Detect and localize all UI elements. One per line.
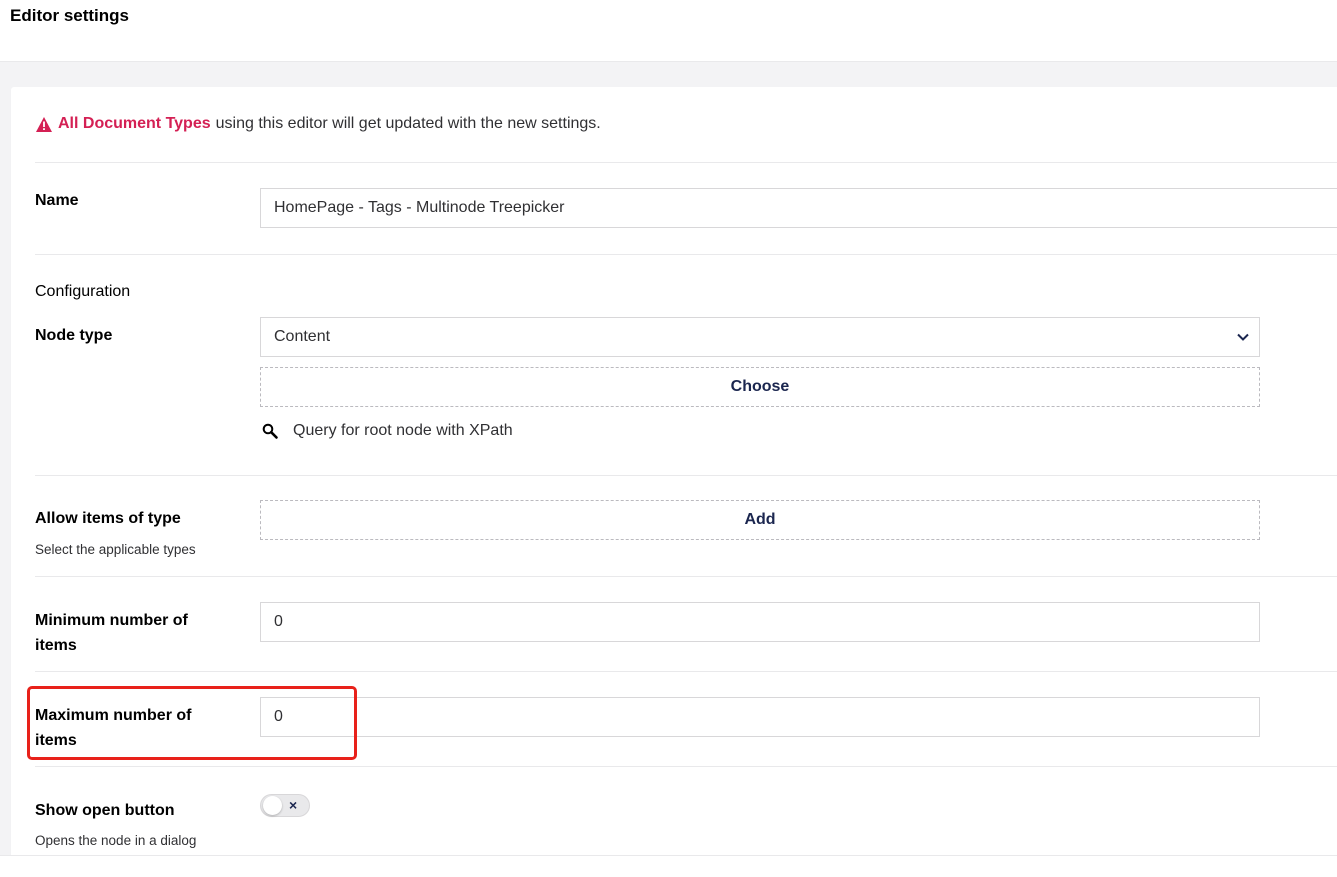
divider: [35, 162, 1337, 163]
highlight-box: [27, 686, 357, 760]
xpath-query-label: Query for root node with XPath: [293, 422, 513, 439]
divider: [35, 254, 1337, 255]
name-label: Name: [35, 192, 79, 209]
all-document-types-link[interactable]: All Document Types: [58, 115, 211, 133]
search-icon: [262, 423, 278, 439]
page-title: Editor settings: [10, 6, 130, 25]
close-icon: ×: [289, 797, 298, 813]
configuration-heading: Configuration: [35, 283, 131, 300]
show-open-button-description: Opens the node in a dialog: [35, 833, 197, 848]
name-input[interactable]: HomePage - Tags - Multinode Treepicker: [260, 188, 1337, 228]
divider: [35, 671, 1337, 672]
divider: [35, 766, 1337, 767]
chevron-down-icon: [1237, 333, 1249, 341]
allow-items-label: Allow items of type: [35, 510, 181, 527]
divider: [35, 475, 1337, 476]
allow-items-description: Select the applicable types: [35, 542, 196, 557]
footer-bar: [0, 855, 1337, 877]
warning-message: All Document Types using this editor wil…: [36, 115, 601, 133]
node-type-label: Node type: [35, 327, 113, 344]
min-items-label-line1: Minimum number of: [35, 612, 188, 629]
max-items-input[interactable]: 0: [260, 697, 1260, 737]
add-type-button[interactable]: Add: [260, 500, 1260, 540]
min-items-label-line2: items: [35, 637, 77, 654]
xpath-query-link[interactable]: Query for root node with XPath: [262, 422, 513, 440]
min-items-input[interactable]: 0: [260, 602, 1260, 642]
divider: [35, 576, 1337, 577]
node-type-selected: Content: [274, 328, 331, 345]
choose-button[interactable]: Choose: [260, 367, 1260, 407]
editor-settings-header: Editor settings: [0, 0, 1337, 62]
show-open-button-toggle[interactable]: ×: [260, 794, 310, 817]
show-open-button-label: Show open button: [35, 802, 175, 819]
node-type-select[interactable]: Content: [260, 317, 1260, 357]
toggle-knob: [263, 796, 282, 815]
warning-text: using this editor will get updated with …: [215, 115, 601, 132]
alert-triangle-icon: [36, 116, 52, 132]
